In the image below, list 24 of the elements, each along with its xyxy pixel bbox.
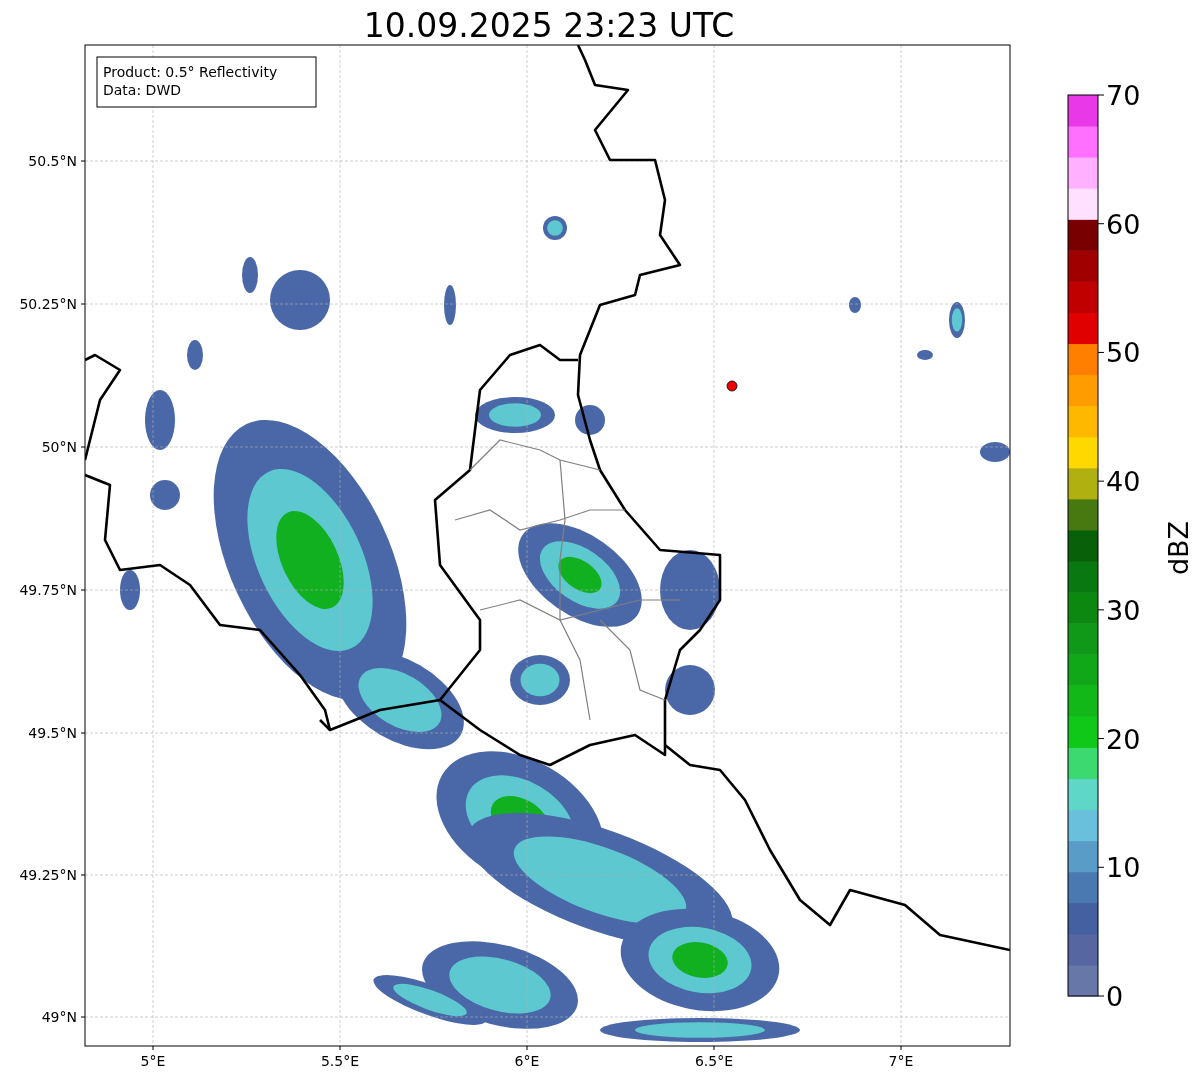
- x-tick-label: 6°E: [514, 1053, 540, 1069]
- colorbar-tick-label: 10: [1106, 852, 1141, 884]
- colorbar-tick-label: 30: [1106, 594, 1141, 626]
- colorbar-tick-label: 0: [1106, 981, 1124, 1012]
- info-box: Product: 0.5° Reflectivity Data: DWD: [96, 56, 317, 108]
- x-tick-label: 7°E: [888, 1053, 914, 1069]
- y-tick-label: 49°N: [41, 1009, 77, 1025]
- y-tick-label: 50°N: [41, 439, 77, 455]
- colorbar-label: dBZ: [1163, 520, 1194, 576]
- x-tick-label: 5°E: [140, 1053, 166, 1069]
- y-tick-label: 49.5°N: [28, 725, 77, 741]
- y-tick-label: 50.5°N: [28, 153, 77, 169]
- radar-site-marker: [726, 380, 738, 392]
- chart-title: 10.09.2025 23:23 UTC: [363, 6, 735, 45]
- y-tick-label: 50.25°N: [19, 296, 77, 312]
- y-tick-label: 49.25°N: [19, 867, 77, 883]
- colorbar-tick-label: 40: [1106, 466, 1141, 498]
- y-tick-label: 49.75°N: [19, 582, 77, 598]
- colorbar-tick-label: 60: [1106, 208, 1141, 240]
- colorbar-tick-label: 70: [1106, 80, 1141, 111]
- x-tick-label: 5.5°E: [320, 1053, 360, 1069]
- x-tick-label: 6.5°E: [694, 1053, 734, 1069]
- colorbar-tick-label: 20: [1106, 723, 1141, 755]
- colorbar-tick-label: 50: [1106, 337, 1141, 369]
